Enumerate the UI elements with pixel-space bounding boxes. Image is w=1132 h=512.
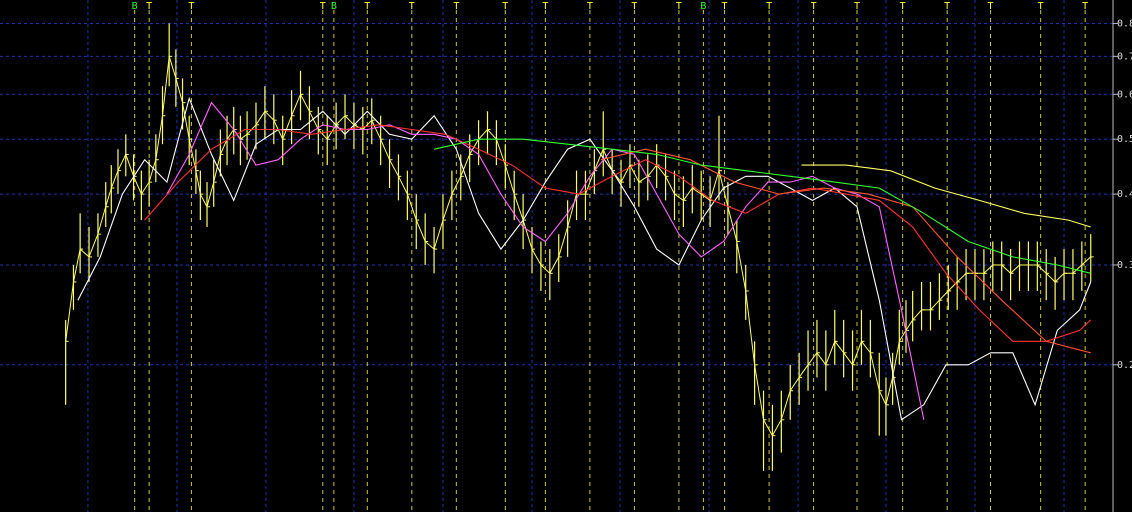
signal-marker-label: B bbox=[331, 1, 337, 12]
signal-marker-label: T bbox=[453, 1, 459, 12]
signal-marker-label: T bbox=[1082, 1, 1088, 12]
signal-marker-label: T bbox=[766, 1, 772, 12]
y-tick-label: 0.2 bbox=[1117, 360, 1132, 371]
signal-marker-label: T bbox=[364, 1, 370, 12]
price-chart: BTTTBTTTTTTTTBTTTTTTTTT 0.80.70.60.50.40… bbox=[0, 0, 1132, 512]
signal-marker-label: T bbox=[320, 1, 326, 12]
signal-marker-label: B bbox=[700, 1, 706, 12]
y-tick-label: 0.7 bbox=[1117, 51, 1132, 62]
y-tick-label: 0.4 bbox=[1117, 189, 1132, 200]
signal-marker-label: T bbox=[542, 1, 548, 12]
signal-marker-label: T bbox=[146, 1, 152, 12]
signal-marker-label: B bbox=[132, 1, 138, 12]
y-tick-label: 0.5 bbox=[1117, 134, 1132, 145]
signal-marker-label: T bbox=[188, 1, 194, 12]
chart-background bbox=[0, 0, 1132, 512]
signal-marker-label: T bbox=[854, 1, 860, 12]
signal-marker-label: T bbox=[409, 1, 415, 12]
signal-marker-label: T bbox=[676, 1, 682, 12]
y-tick-label: 0.8 bbox=[1117, 18, 1132, 29]
signal-marker-label: T bbox=[722, 1, 728, 12]
signal-marker-label: T bbox=[587, 1, 593, 12]
signal-marker-label: T bbox=[811, 1, 817, 12]
signal-marker-label: T bbox=[1038, 1, 1044, 12]
signal-marker-label: T bbox=[900, 1, 906, 12]
y-tick-label: 0.3 bbox=[1117, 260, 1132, 271]
signal-marker-label: T bbox=[944, 1, 950, 12]
y-tick-label: 0.6 bbox=[1117, 89, 1132, 100]
signal-marker-label: T bbox=[502, 1, 508, 12]
signal-marker-label: T bbox=[631, 1, 637, 12]
signal-marker-label: T bbox=[988, 1, 994, 12]
